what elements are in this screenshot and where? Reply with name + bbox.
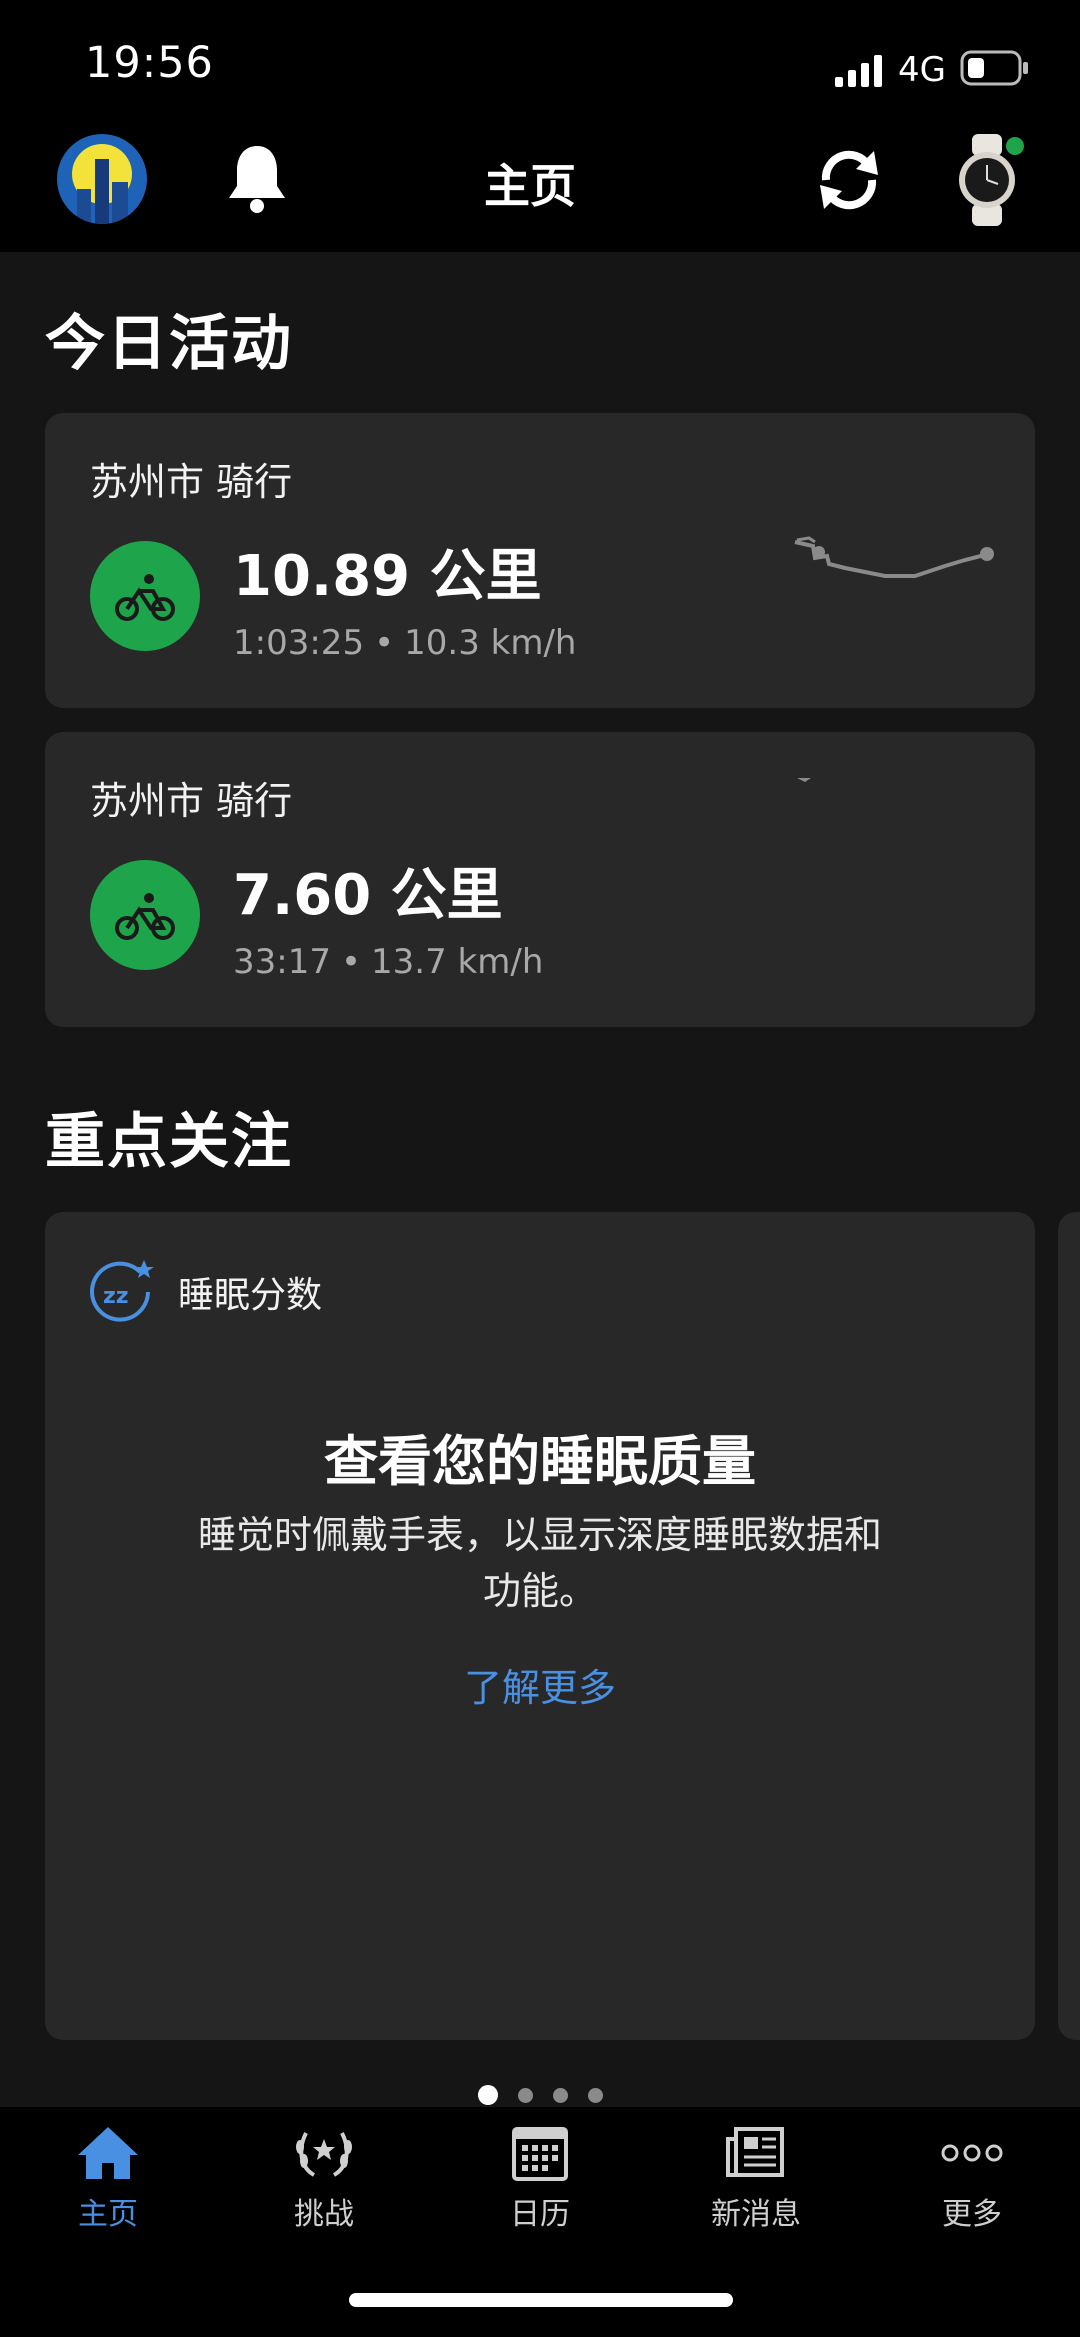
- activity-distance: 10.89 公里: [233, 544, 542, 609]
- route-map-thumbnail: [785, 528, 1005, 612]
- battery-icon: [960, 50, 1030, 90]
- activity-stats: 33:17 • 13.7 km/h: [233, 942, 544, 982]
- tab-label: 挑战: [294, 2197, 354, 2232]
- calendar-icon: [512, 2127, 568, 2181]
- activity-location: 苏州市 骑行: [90, 460, 293, 504]
- activity-card[interactable]: 苏州市 骑行 7.60 公里 33:17 • 13.7 km/h: [45, 732, 1035, 1027]
- sleep-headline: 查看您的睡眠质量: [324, 1430, 756, 1493]
- activity-card[interactable]: 苏州市 骑行 10.89 公里 1:03:25 • 10.3 km/h: [45, 413, 1035, 708]
- svg-text:zz: zz: [103, 1284, 129, 1309]
- cycling-icon: [90, 860, 200, 970]
- route-map-thumbnail: [785, 772, 825, 796]
- tab-label: 日历: [510, 2197, 570, 2232]
- activity-speed: 13.7 km/h: [371, 942, 544, 982]
- watch-icon[interactable]: [948, 132, 1028, 232]
- learn-more-link[interactable]: 了解更多: [45, 1657, 1035, 1712]
- status-time: 19:56: [85, 38, 214, 88]
- tab-label: 主页: [78, 2197, 138, 2232]
- more-icon: [941, 2144, 1003, 2162]
- news-icon: [726, 2127, 784, 2177]
- tab-challenges[interactable]: 挑战: [216, 2125, 432, 2233]
- cycling-icon: [90, 541, 200, 651]
- sync-icon[interactable]: [812, 145, 886, 219]
- focus-section-title: 重点关注: [45, 1107, 293, 1177]
- page-dot[interactable]: [517, 2088, 533, 2103]
- tab-label: 新消息: [711, 2197, 801, 2232]
- home-indicator[interactable]: [349, 2293, 733, 2307]
- tab-label: 更多: [942, 2197, 1002, 2232]
- page-dot[interactable]: [587, 2088, 603, 2103]
- tab-more[interactable]: 更多: [864, 2125, 1080, 2233]
- page-title: 主页: [484, 159, 576, 213]
- sleep-score-icon: zz: [90, 1258, 156, 1328]
- sleep-score-card[interactable]: zz 睡眠分数 查看您的睡眠质量 睡觉时佩戴手表，以显示深度睡眠数据和功能。 了…: [45, 1212, 1035, 2040]
- tab-news[interactable]: 新消息: [648, 2125, 864, 2233]
- today-section-title: 今日活动: [45, 309, 293, 379]
- page-dot[interactable]: [552, 2088, 568, 2103]
- laurel-icon: [296, 2132, 352, 2177]
- activity-duration: 1:03:25: [233, 623, 365, 663]
- tab-calendar[interactable]: 日历: [432, 2125, 648, 2233]
- network-label: 4G: [898, 50, 946, 90]
- signal-icon: [835, 55, 889, 91]
- tab-home[interactable]: 主页: [0, 2125, 216, 2233]
- activity-duration: 33:17: [233, 942, 331, 982]
- carousel-page-indicator[interactable]: [0, 2085, 1080, 2107]
- activity-distance: 7.60 公里: [233, 863, 503, 928]
- page-dot[interactable]: [477, 2085, 498, 2105]
- activity-stats: 1:03:25 • 10.3 km/h: [233, 623, 577, 663]
- activity-location: 苏州市 骑行: [90, 779, 293, 823]
- sleep-description: 睡觉时佩戴手表，以显示深度睡眠数据和功能。: [197, 1513, 882, 1613]
- home-icon: [78, 2127, 138, 2179]
- next-card-peek[interactable]: [1058, 1212, 1080, 2040]
- activity-speed: 10.3 km/h: [404, 623, 577, 663]
- sleep-score-label: 睡眠分数: [178, 1275, 323, 1316]
